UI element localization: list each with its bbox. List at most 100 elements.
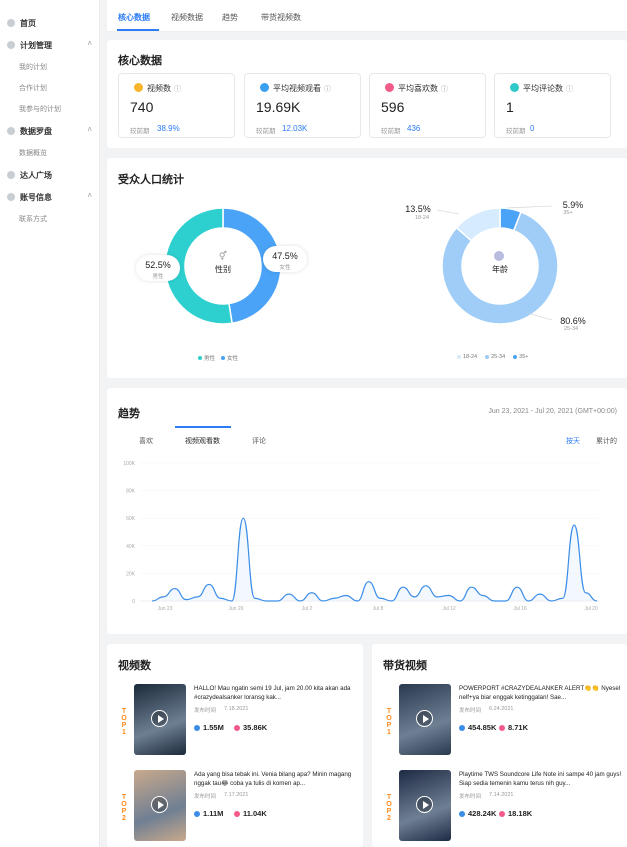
rank-badge: TOP 2 — [386, 794, 392, 822]
tab-trend[interactable]: 趋势 — [222, 12, 238, 23]
core-data-card: 核心数据 视频数 ⓘ 740 较前期 38.9% 平均视频观看 ⓘ 19.69K 较前期 12.0… — [107, 40, 627, 148]
sidebar-item-6[interactable]: 数据概览 — [0, 142, 100, 163]
video-date: 7.18.2021 — [224, 706, 249, 712]
like-count-value: 18.18K — [508, 809, 533, 818]
video-thumbnail[interactable] — [399, 684, 451, 755]
video-row[interactable]: TOP 1 HALLO! Mau ngatin semi 19 Jul, jam … — [107, 684, 363, 764]
sidebar-item-label: 账号信息 — [20, 192, 52, 202]
trend-tab-views[interactable]: 视频观看数 — [185, 436, 220, 446]
like-icon — [385, 83, 394, 92]
legend-item[interactable]: 25-34 — [485, 354, 505, 360]
chevron-up-icon[interactable]: ˄ — [87, 39, 92, 48]
goods-videos-card: 带货视频 TOP 1 POWERPORT #CRAZYDEALANKER ALER… — [372, 644, 627, 847]
video-date: 7.14.2021 — [489, 792, 514, 798]
legend-dot — [198, 356, 202, 360]
metric-card-1[interactable]: 平均视频观看 ⓘ 19.69K 较前期 12.03K — [244, 73, 361, 138]
x-tick-label: Jul 12 — [442, 606, 456, 612]
metric-card-3[interactable]: 平均评论数 ⓘ 1 较前期 0 — [494, 73, 611, 138]
y-tick-label: 0 — [132, 599, 135, 605]
metric-label: 平均喜欢数 ⓘ — [398, 83, 448, 94]
toggle-daily[interactable]: 按天 — [566, 436, 580, 446]
legend-item[interactable]: 35+ — [513, 354, 529, 360]
metric-compare-value: 436 — [407, 124, 421, 133]
y-tick-label: 100K — [123, 461, 135, 467]
video-thumbnail[interactable] — [134, 684, 186, 755]
legend-item[interactable]: 男性 — [198, 354, 215, 362]
tab-video-data[interactable]: 视频数据 — [171, 12, 203, 23]
trend-line[interactable] — [151, 517, 598, 602]
video-thumbnail[interactable] — [134, 770, 186, 841]
video-title[interactable]: POWERPORT #CRAZYDEALANKER ALERT👏👏 Nyesel… — [459, 684, 627, 702]
heart-icon — [234, 724, 240, 731]
help-icon[interactable]: ⓘ — [566, 86, 573, 93]
play-icon[interactable] — [151, 796, 168, 813]
video-title[interactable]: Ada yang bisa tebak ini. Venia bilang ap… — [194, 770, 364, 788]
help-icon[interactable]: ⓘ — [174, 86, 181, 93]
trend-line-chart: 100K 80K 60K 40K 20K 0 Jun 23 Jun 26 Jul 2 Jul 8 J… — [123, 461, 599, 612]
date-range[interactable]: Jun 23, 2021 - Jul 20, 2021 (GMT+00:00) — [488, 408, 617, 415]
goods-videos-title: 带货视频 — [383, 660, 427, 672]
video-thumbnail[interactable] — [399, 770, 451, 841]
sidebar-item-3[interactable]: 合作计划 — [0, 77, 100, 98]
sidebar-item-label: 联系方式 — [19, 215, 47, 223]
tab-goods-videos[interactable]: 带货视频数 — [261, 12, 301, 23]
play-icon[interactable] — [151, 710, 168, 727]
trend-tab-comments[interactable]: 评论 — [252, 436, 266, 446]
toggle-cumulative[interactable]: 累计的 — [596, 436, 617, 446]
heart-icon — [234, 810, 240, 817]
legend-item[interactable]: 18-24 — [457, 354, 477, 360]
help-icon[interactable]: ⓘ — [441, 86, 448, 93]
metric-value: 596 — [381, 99, 405, 115]
sidebar-item-label: 数据概览 — [19, 149, 47, 157]
sidebar-item-2[interactable]: 我的计划 — [0, 56, 100, 77]
chevron-up-icon[interactable]: ˄ — [87, 125, 92, 134]
goods-video-row[interactable]: TOP 2 Playtime TWS Soundcore Life Note in… — [372, 770, 627, 847]
sidebar-item-4[interactable]: 我参与的计划 — [0, 98, 100, 119]
eye-icon — [194, 724, 200, 731]
goods-video-row[interactable]: TOP 1 POWERPORT #CRAZYDEALANKER ALERT👏👏 N… — [372, 684, 627, 764]
sidebar-item-5[interactable]: 数据罗盘 ˄ — [0, 120, 100, 142]
rank-badge: TOP 2 — [121, 794, 127, 822]
videos-title: 视频数 — [118, 660, 151, 672]
audience-card: 受众人口统计 性别 年龄 ⚥ 52.5% 男性 47.5% 女性 13.5% 18-24 5.9%… — [107, 158, 627, 378]
metric-value: 740 — [130, 99, 154, 115]
like-count-value: 8.71K — [508, 723, 529, 732]
legend-item[interactable]: 女性 — [221, 354, 238, 362]
sidebar-item-label: 计划管理 — [20, 40, 52, 50]
tab-core-data[interactable]: 核心数据 — [118, 12, 150, 23]
y-tick-label: 80K — [126, 489, 136, 495]
legend-dot — [513, 355, 518, 359]
video-title[interactable]: HALLO! Mau ngatin semi 19 Jul, jam 20.00… — [194, 684, 364, 702]
video-title[interactable]: Playtime TWS Soundcore Life Note ini sam… — [459, 770, 627, 788]
trend-tab-likes[interactable]: 喜欢 — [139, 436, 153, 446]
sidebar-item-9[interactable]: 联系方式 — [0, 208, 100, 229]
x-tick-label: Jul 8 — [373, 606, 384, 612]
metric-compare-value: 0 — [530, 124, 535, 133]
eye-icon — [459, 810, 465, 817]
sidebar-item-label: 合作计划 — [19, 84, 47, 92]
play-icon[interactable] — [416, 796, 433, 813]
metric-card-2[interactable]: 平均喜欢数 ⓘ 596 较前期 436 — [369, 73, 486, 138]
metric-label: 平均视频观看 ⓘ — [273, 83, 331, 94]
help-icon[interactable]: ⓘ — [324, 86, 331, 93]
sidebar-item-0[interactable]: 首页 — [0, 12, 100, 34]
view-count: 428.24K — [459, 809, 496, 818]
metric-card-0[interactable]: 视频数 ⓘ 740 较前期 38.9% — [118, 73, 235, 138]
sidebar-item-7[interactable]: 达人广场 — [0, 164, 100, 186]
metric-compare-value: 38.9% — [157, 124, 180, 133]
like-count: 8.71K — [499, 723, 528, 732]
metric-compare-value: 12.03K — [282, 124, 308, 133]
sidebar-item-1[interactable]: 计划管理 ˄ — [0, 34, 100, 56]
legend-label: 18-24 — [463, 354, 478, 360]
metric-label: 视频数 ⓘ — [147, 83, 181, 94]
gender-legend: 男性 女性 — [198, 354, 244, 362]
chevron-up-icon[interactable]: ˄ — [87, 191, 92, 200]
view-count-value: 1.55M — [203, 723, 224, 732]
play-icon[interactable] — [416, 710, 433, 727]
video-row[interactable]: TOP 2 Ada yang bisa tebak ini. Venia bila… — [107, 770, 363, 847]
sidebar-item-8[interactable]: 账号信息 ˄ — [0, 186, 100, 208]
sidebar-item-label: 首页 — [20, 18, 36, 28]
x-tick-label: Jun 23 — [157, 606, 172, 612]
x-tick-label: Jul 20 — [584, 606, 598, 612]
trend-tab-indicator — [175, 426, 231, 428]
